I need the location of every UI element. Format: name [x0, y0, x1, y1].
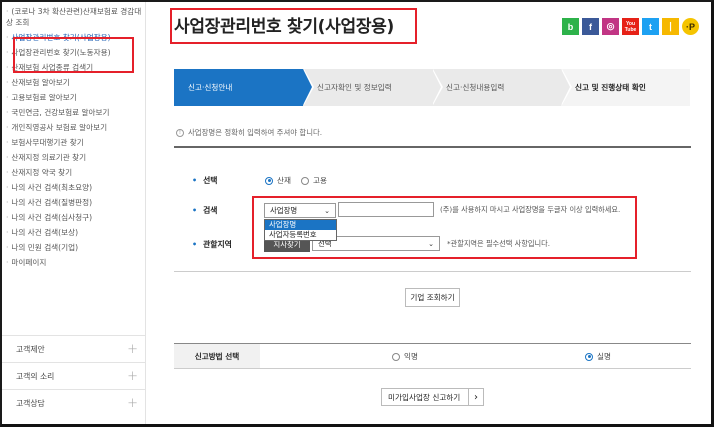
- facebook-icon[interactable]: f: [582, 18, 599, 35]
- sidebar-item-business-type-search[interactable]: · 산재보험 사업종류 검색기: [6, 60, 145, 75]
- sidebar-item-label: 나의 사건 검색(질병판정): [11, 198, 93, 207]
- radio-employment[interactable]: [300, 176, 309, 185]
- radio-employment-label: 고용: [312, 176, 327, 185]
- sidebar-cat-voice[interactable]: 고객의 소리 +: [2, 362, 146, 389]
- sidebar-item-label: 산재보험 사업종류 검색기: [11, 63, 94, 72]
- sidebar-item-label: 나의 사건 검색(심사청구): [11, 213, 93, 222]
- step-label: 신고·신청내용입력: [446, 83, 505, 92]
- sidebar-categories: 고객제안 + 고객의 소리 + 고객상담 +: [2, 335, 146, 416]
- notice-text: 사업장명은 정확히 입력하여 주셔야 합니다.: [188, 128, 323, 137]
- radio-realname-group: 실명: [585, 351, 611, 362]
- sidebar-item-label: (코로나 3차 확산관련)산재보험료 경감대상 조회: [6, 7, 142, 27]
- radio-realname-label: 실명: [597, 352, 611, 361]
- dropdown-option-name[interactable]: 사업장명: [265, 220, 336, 230]
- select-label: • 선택: [192, 176, 218, 185]
- report-unregistered-label: 미가입사업장 신고하기: [388, 392, 461, 402]
- sidebar-item-label: 고용보험료 알아보기: [11, 93, 77, 102]
- step-indicator: 신고·신청안내 신고자확인 및 정보입력 신고·신청내용입력 신고 및 진행상태…: [174, 69, 691, 106]
- sidebar-item-label: 국민연금, 건강보험료 알아보기: [11, 108, 110, 117]
- plus-icon: +: [127, 368, 138, 384]
- radio-industrial[interactable]: [265, 176, 273, 185]
- radio-realname[interactable]: [585, 352, 593, 361]
- notice: ! 사업장명은 정확히 입력하여 주셔야 합니다.: [176, 127, 322, 138]
- sidebar-item-label: 산재지정 의료기관 찾기: [11, 153, 87, 162]
- region-hint: *관할지역은 필수선택 사항입니다.: [447, 239, 551, 248]
- sidebar-item-industrial-insurance[interactable]: · 산재보험 알아보기: [6, 75, 145, 90]
- sidebar-item-medical-search[interactable]: · 산재지정 의료기관 찾기: [6, 150, 145, 165]
- sidebar-item-label: 산재지정 약국 찾기: [11, 168, 73, 177]
- radio-industrial-label: 산재: [277, 176, 291, 185]
- sidebar-cat-label: 고객의 소리: [16, 371, 55, 381]
- step-label: 신고 및 진행상태 확인: [575, 83, 646, 92]
- step-status: 신고 및 진행상태 확인: [561, 69, 690, 106]
- chevron-right-icon: ›: [468, 389, 483, 405]
- step-content: 신고·신청내용입력: [432, 69, 572, 106]
- youtube-icon[interactable]: You Tube: [622, 18, 639, 35]
- step-reporter-info: 신고자확인 및 정보입력: [303, 69, 443, 106]
- sidebar-item-label: 사업장관리번호 찾기(사업장용): [11, 33, 111, 42]
- sidebar-cat-label: 고객상담: [16, 398, 45, 408]
- chevron-down-icon: ⌄: [428, 239, 434, 248]
- search-type-select[interactable]: 사업장명 ⌄: [264, 203, 336, 218]
- sidebar-item-case-compensation[interactable]: · 나의 사건 검색(보상): [6, 225, 145, 240]
- sidebar-item-pharmacy-search[interactable]: · 산재지정 약국 찾기: [6, 165, 145, 180]
- sidebar-item-label: 나의 사건 검색(최초요양): [11, 183, 93, 192]
- sidebar-cat-suggestion[interactable]: 고객제안 +: [2, 335, 146, 362]
- kakaostory-icon[interactable]: ❘: [662, 18, 679, 35]
- sidebar-item-pension-health[interactable]: · 국민연금, 건강보험료 알아보기: [6, 105, 145, 120]
- sidebar-item-employment-insurance[interactable]: · 고용보험료 알아보기: [6, 90, 145, 105]
- dropdown-option-regno[interactable]: 사업자등록번호: [265, 230, 336, 240]
- sidebar-item-workplace-number-business[interactable]: · 사업장관리번호 찾기(사업장용): [6, 30, 145, 45]
- sidebar-item-label: 개인직영공사 보험료 알아보기: [11, 123, 108, 132]
- radio-anonymous-label: 익명: [404, 352, 418, 361]
- sidebar-item-label: 산재보험 알아보기: [11, 78, 70, 87]
- bullet-icon: •: [192, 176, 198, 185]
- sidebar-cat-consult[interactable]: 고객상담 +: [2, 389, 146, 416]
- bullet-icon: •: [192, 240, 198, 249]
- company-search-button[interactable]: 기업 조회하기: [405, 288, 460, 307]
- search-label: • 검색: [192, 206, 218, 215]
- sidebar-item-label: 보험사무대행기관 찾기: [11, 138, 84, 147]
- step-label: 신고·신청안내: [188, 83, 233, 92]
- step-guide: 신고·신청안내: [174, 69, 314, 106]
- report-method-label: 신고방법 선택: [174, 344, 260, 368]
- sidebar-item-label: 나의 사건 검색(보상): [11, 228, 79, 237]
- step-label: 신고자확인 및 정보입력: [317, 83, 392, 92]
- search-hint: (주)를 사용하지 마시고 사업장명을 두글자 이상 입력하세요.: [440, 205, 621, 214]
- region-label: • 관할지역: [192, 240, 232, 249]
- sidebar-item-label: 나의 민원 검색(기업): [11, 243, 79, 252]
- sidebar: · (코로나 3차 확산관련)산재보험료 경감대상 조회 · 사업장관리번호 찾기(…: [2, 2, 146, 424]
- twitter-icon[interactable]: t: [642, 18, 659, 35]
- plus-icon: +: [127, 395, 138, 411]
- radio-anonymous-group: 익명: [392, 351, 418, 362]
- plus-icon: +: [127, 341, 138, 357]
- chevron-down-icon: ⌄: [324, 206, 330, 215]
- sidebar-item-label: 마이페이지: [11, 258, 47, 267]
- sidebar-item-label: 사업장관리번호 찾기(노동자용): [11, 48, 111, 57]
- info-icon: !: [176, 128, 184, 137]
- sidebar-item-case-review[interactable]: · 나의 사건 검색(심사청구): [6, 210, 145, 225]
- sidebar-item-complaint-business[interactable]: · 나의 민원 검색(기업): [6, 240, 145, 255]
- report-method: 신고방법 선택: [174, 343, 691, 369]
- search-type-dropdown: 사업장명 사업자등록번호: [264, 219, 337, 241]
- insurance-type-radios: 산재 고용: [265, 175, 327, 186]
- sidebar-item-direct-construction[interactable]: · 개인직영공사 보험료 알아보기: [6, 120, 145, 135]
- report-unregistered-button[interactable]: 미가입사업장 신고하기 ›: [381, 388, 484, 406]
- page-title: 사업장관리번호 찾기(사업장용): [174, 17, 394, 37]
- sidebar-item-case-disease[interactable]: · 나의 사건 검색(질병판정): [6, 195, 145, 210]
- bullet-icon: •: [192, 206, 198, 215]
- sidebar-item-workplace-number-worker[interactable]: · 사업장관리번호 찾기(노동자용): [6, 45, 145, 60]
- sidebar-item-case-initial[interactable]: · 나의 사건 검색(최초요양): [6, 180, 145, 195]
- sidebar-menu: · (코로나 3차 확산관련)산재보험료 경감대상 조회 · 사업장관리번호 찾기(…: [2, 2, 145, 270]
- sidebar-item-covid-discount[interactable]: · (코로나 3차 확산관련)산재보험료 경감대상 조회: [6, 6, 145, 30]
- instagram-icon[interactable]: ◎: [602, 18, 619, 35]
- sidebar-item-agency-search[interactable]: · 보험사무대행기관 찾기: [6, 135, 145, 150]
- sidebar-item-mypage[interactable]: · 마이페이지: [6, 255, 145, 270]
- radio-anonymous[interactable]: [392, 352, 400, 361]
- blog-icon[interactable]: b: [562, 18, 579, 35]
- sidebar-cat-label: 고객제안: [16, 344, 45, 354]
- podcast-icon[interactable]: ·P: [682, 18, 699, 35]
- social-links: b f ◎ You Tube t ❘ ·P: [562, 18, 699, 35]
- search-input[interactable]: [338, 202, 434, 217]
